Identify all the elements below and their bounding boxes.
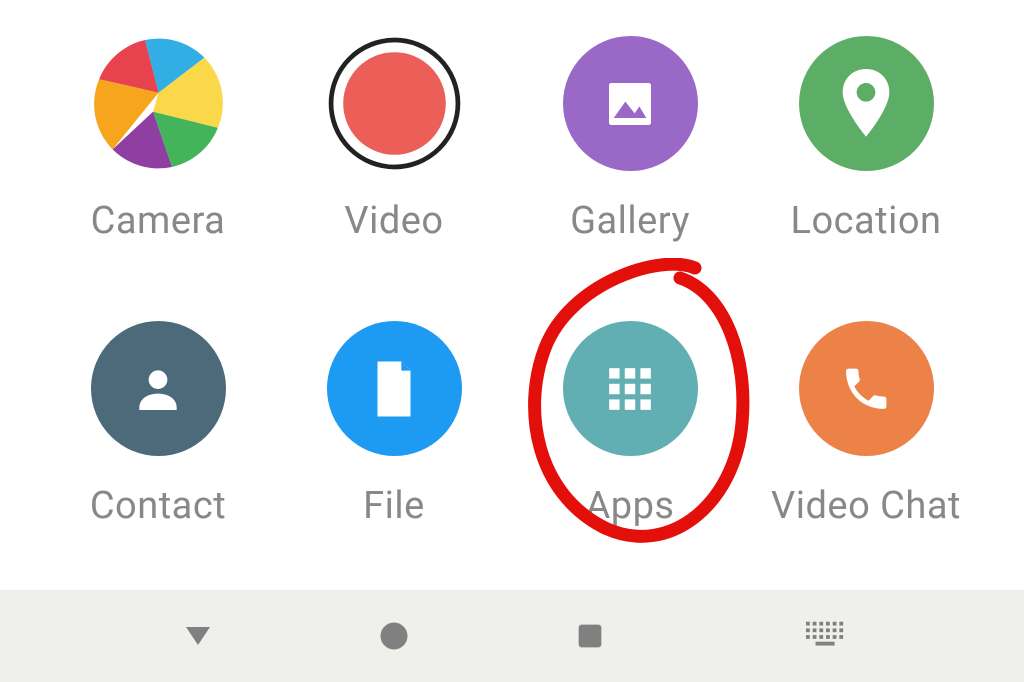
grid-item-contact[interactable]: Contact [40, 305, 276, 570]
phone-icon [799, 321, 934, 456]
nav-back-triangle-icon [180, 618, 216, 654]
grid-item-location[interactable]: Location [748, 20, 984, 285]
grid-item-file[interactable]: File [276, 305, 512, 570]
grid-item-label: Location [790, 199, 941, 243]
grid-item-label: Apps [585, 484, 674, 528]
android-navbar [0, 590, 1024, 682]
pin-icon [799, 36, 934, 171]
grid-item-camera[interactable]: Camera [40, 20, 276, 285]
apps-grid-icon [563, 321, 698, 456]
grid-item-label: Video Chat [771, 484, 961, 528]
grid-item-video[interactable]: Video [276, 20, 512, 285]
grid-item-label: Camera [91, 199, 226, 243]
app-share-grid: Camera Video Gallery Location [0, 0, 1024, 580]
nav-home-circle-icon [376, 618, 412, 654]
grid-item-label: Contact [90, 484, 226, 528]
grid-item-label: Video [344, 199, 443, 243]
camera-shutter-icon [91, 36, 226, 171]
file-icon [327, 321, 462, 456]
nav-home-button[interactable] [374, 616, 414, 656]
nav-recent-button[interactable] [570, 616, 610, 656]
nav-keyboard-button[interactable] [806, 616, 846, 656]
grid-item-videochat[interactable]: Video Chat [748, 305, 984, 570]
grid-item-label: File [363, 484, 425, 528]
record-icon [327, 36, 462, 171]
image-icon [563, 36, 698, 171]
nav-back-button[interactable] [178, 616, 218, 656]
nav-keyboard-icon [806, 621, 846, 651]
nav-recent-square-icon [573, 619, 607, 653]
grid-item-gallery[interactable]: Gallery [512, 20, 748, 285]
grid-item-label: Gallery [570, 199, 690, 243]
grid-item-apps[interactable]: Apps [512, 305, 748, 570]
person-icon [91, 321, 226, 456]
